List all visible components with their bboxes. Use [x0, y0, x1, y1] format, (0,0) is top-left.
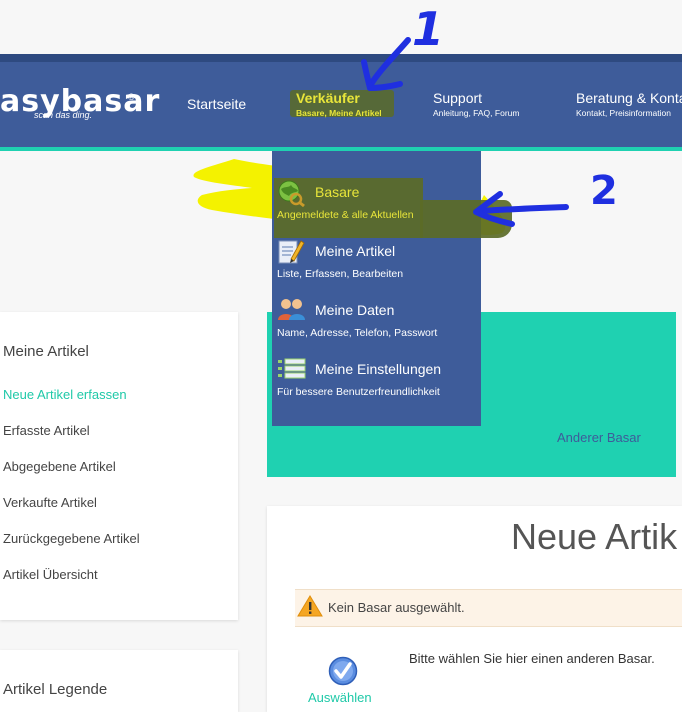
warning-icon — [297, 595, 323, 617]
sidebar-item-uebersicht[interactable]: Artikel Übersicht — [3, 567, 98, 582]
nav-verkaeufer[interactable]: Verkäufer Basare, Meine Artikel — [296, 90, 382, 118]
annotation-marker-1: 1 — [412, 2, 445, 56]
dropdown-item-meine-artikel-sub: Liste, Erfassen, Bearbeiten — [277, 268, 404, 280]
dropdown-item-meine-einstellungen-sub: Für bessere Benutzerfreundlichkeit — [277, 386, 440, 398]
dropdown-item-meine-artikel[interactable]: Meine Artikel — [315, 243, 395, 259]
sidebar-item-zurueckgegebene[interactable]: Zurückgegebene Artikel — [3, 531, 140, 546]
users-icon — [278, 299, 305, 320]
list-icon — [278, 358, 306, 379]
dropdown-item-meine-einstellungen[interactable]: Meine Einstellungen — [315, 361, 441, 377]
nav-startseite[interactable]: Startseite — [187, 96, 246, 112]
sidebar-artikel-legende: Artikel Legende — [0, 650, 238, 712]
warning-text: Kein Basar ausgewählt. — [328, 600, 465, 615]
edit-document-icon — [278, 240, 305, 264]
annotation-marker-2: 2 — [590, 168, 618, 214]
select-bazaar-link[interactable]: Auswählen — [308, 690, 372, 705]
sidebar-item-verkaufte[interactable]: Verkaufte Artikel — [3, 495, 97, 510]
nav-support[interactable]: Support Anleitung, FAQ, Forum — [433, 90, 519, 118]
dropdown-item-meine-daten-sub: Name, Adresse, Telefon, Passwort — [277, 327, 438, 339]
legend-title: Artikel Legende — [3, 681, 108, 698]
sidebar-title: Meine Artikel — [3, 343, 89, 360]
sidebar-item-neue-artikel[interactable]: Neue Artikel erfassen — [3, 387, 127, 402]
basare-highlight-mark-extension — [420, 200, 512, 238]
nav-support-sub: Anleitung, FAQ, Forum — [433, 108, 520, 118]
nav-verkaeufer-sub: Basare, Meine Artikel — [296, 108, 382, 118]
instruction-text: Bitte wählen Sie hier einen anderen Basa… — [409, 651, 655, 666]
dropdown-item-basare[interactable]: Basare — [315, 184, 359, 200]
sidebar-item-abgegebene[interactable]: Abgegebene Artikel — [3, 459, 116, 474]
nav-verkaeufer-title: Verkäufer — [296, 90, 360, 106]
page-title: Neue Artik — [511, 516, 678, 557]
nav-beratung-title: Beratung & Konta — [576, 90, 682, 106]
logo-registered-mark: ® — [128, 92, 135, 102]
dropdown-item-basare-sub: Angemeldete & alle Aktuellen — [277, 209, 414, 221]
checkmark-circle-icon[interactable] — [328, 656, 358, 686]
nav-support-title: Support — [433, 90, 483, 106]
sidebar-item-erfasste[interactable]: Erfasste Artikel — [3, 423, 90, 438]
logo-tagline: scan das ding. — [34, 110, 93, 120]
nav-beratung-kontakt[interactable]: Beratung & Konta Kontakt, Preisinformati… — [576, 90, 682, 118]
basare-globe-icon — [278, 180, 305, 207]
other-bazaar-link[interactable]: Anderer Basar — [557, 430, 641, 445]
dropdown-item-meine-daten[interactable]: Meine Daten — [315, 302, 394, 318]
nav-beratung-sub: Kontakt, Preisinformation — [576, 108, 671, 118]
